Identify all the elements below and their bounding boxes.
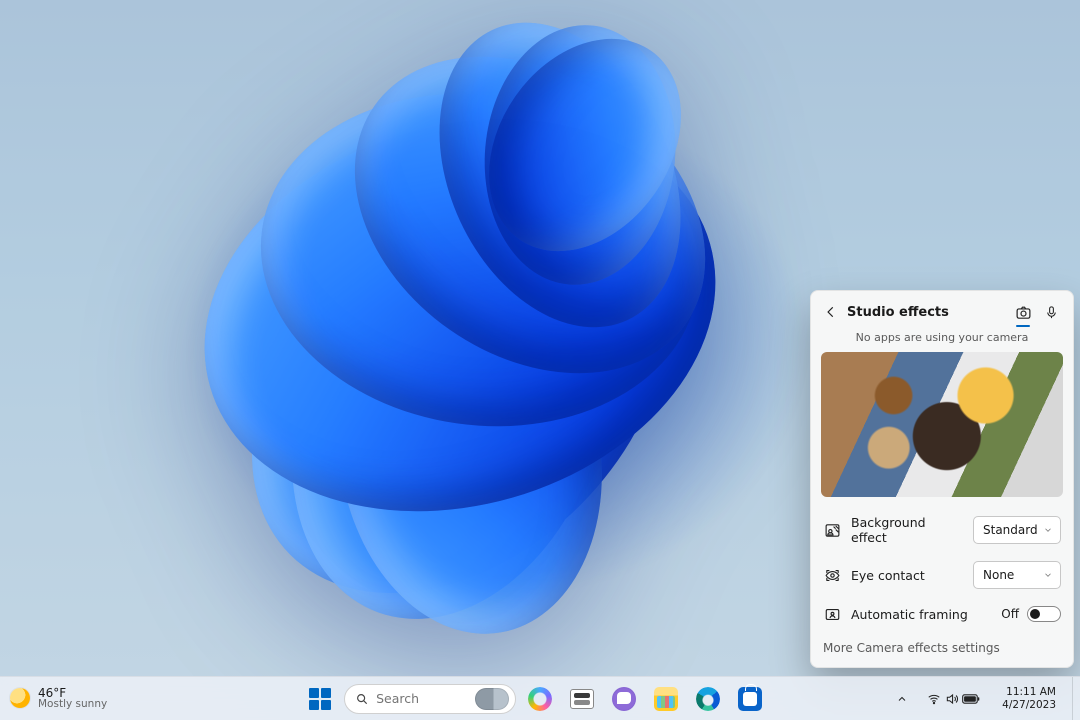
start-button[interactable]	[302, 681, 338, 717]
automatic-framing-toggle[interactable]	[1027, 606, 1061, 622]
background-effect-icon	[823, 521, 841, 539]
battery-icon	[962, 693, 980, 705]
search-icon	[355, 692, 369, 706]
automatic-framing-state: Off	[1001, 607, 1019, 621]
eye-contact-value: None	[983, 568, 1014, 582]
edge-icon	[696, 687, 720, 711]
microsoft-store-icon	[738, 687, 762, 711]
microphone-tab[interactable]	[1041, 301, 1061, 323]
copilot-icon	[528, 687, 552, 711]
copilot-button[interactable]	[522, 681, 558, 717]
weather-summary: Mostly sunny	[38, 699, 107, 710]
task-view-button[interactable]	[564, 681, 600, 717]
eye-contact-dropdown[interactable]: None	[973, 561, 1061, 589]
back-button[interactable]	[823, 304, 839, 320]
edge-button[interactable]	[690, 681, 726, 717]
automatic-framing-icon	[823, 605, 841, 623]
more-camera-settings-link[interactable]: More Camera effects settings	[811, 631, 1073, 667]
store-button[interactable]	[732, 681, 768, 717]
panel-title: Studio effects	[847, 305, 1005, 320]
chat-icon	[612, 687, 636, 711]
taskbar: 46°F Mostly sunny	[0, 676, 1080, 720]
background-effect-value: Standard	[983, 523, 1038, 537]
chat-button[interactable]	[606, 681, 642, 717]
search-highlight-image	[475, 688, 509, 710]
weather-icon	[10, 688, 30, 708]
file-explorer-icon	[654, 687, 678, 711]
studio-effects-panel: Studio effects No apps are using your ca…	[810, 290, 1074, 668]
taskbar-search[interactable]	[344, 684, 516, 714]
chevron-up-icon	[896, 693, 908, 705]
background-effect-dropdown[interactable]: Standard	[973, 516, 1061, 544]
tray-overflow-button[interactable]	[890, 682, 914, 716]
eye-contact-label: Eye contact	[851, 568, 963, 583]
show-desktop-button[interactable]	[1072, 677, 1076, 720]
background-effect-label: Background effect	[851, 515, 963, 545]
chevron-down-icon	[1043, 570, 1053, 580]
clock-button[interactable]: 11:11 AM 4/27/2023	[992, 682, 1066, 716]
camera-tab[interactable]	[1013, 301, 1033, 323]
volume-icon	[944, 692, 960, 706]
chevron-down-icon	[1043, 525, 1053, 535]
windows-logo-icon	[309, 688, 331, 710]
weather-widget[interactable]: 46°F Mostly sunny	[0, 687, 180, 711]
camera-preview	[821, 352, 1063, 497]
search-input[interactable]	[376, 691, 468, 706]
clock-date: 4/27/2023	[1002, 699, 1056, 711]
desktop-wallpaper	[140, 5, 780, 645]
camera-status-hint: No apps are using your camera	[811, 329, 1073, 352]
quick-settings-button[interactable]	[920, 682, 986, 716]
clock-time: 11:11 AM	[1002, 686, 1056, 698]
file-explorer-button[interactable]	[648, 681, 684, 717]
eye-contact-icon	[823, 566, 841, 584]
automatic-framing-label: Automatic framing	[851, 607, 991, 622]
task-view-icon	[570, 689, 594, 709]
wifi-icon	[926, 692, 942, 706]
